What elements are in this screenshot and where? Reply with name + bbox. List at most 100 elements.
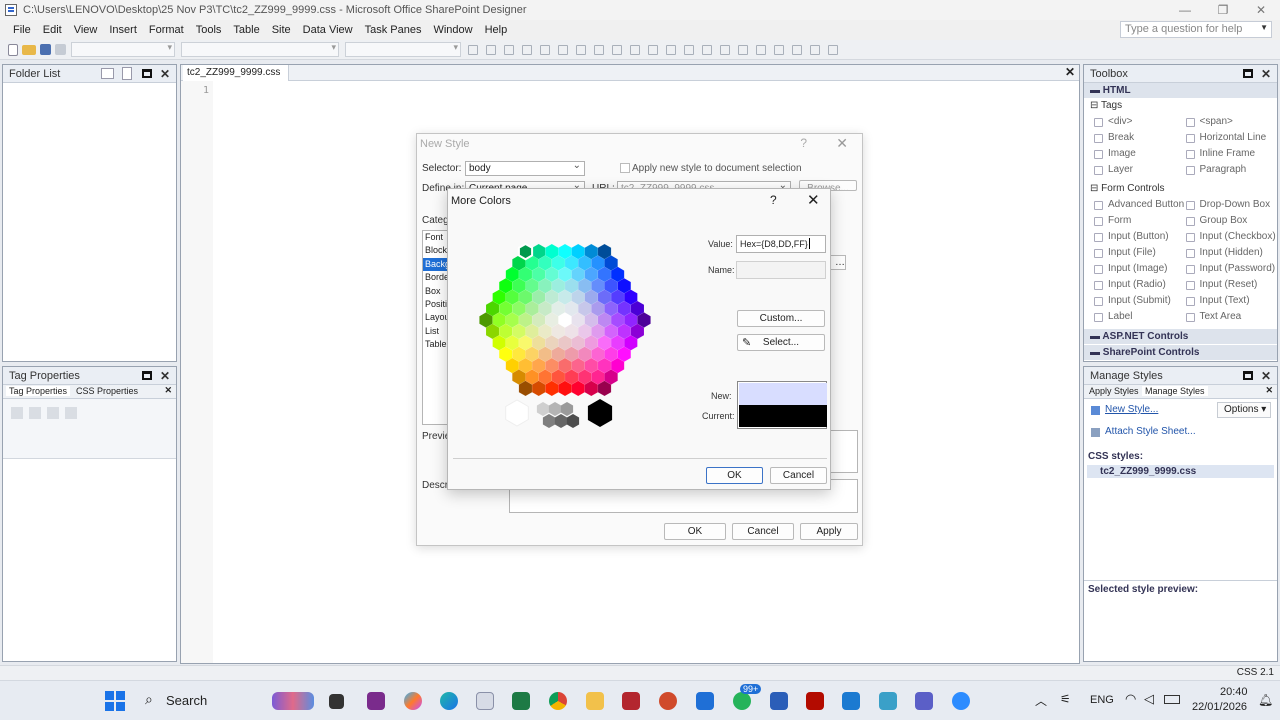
manage-styles-maximize-icon[interactable] — [1239, 368, 1257, 384]
whatsapp-icon[interactable] — [733, 692, 751, 710]
category-table[interactable]: Table — [423, 338, 449, 351]
toolbox-form-input-image[interactable]: Input (Image) — [1094, 261, 1186, 277]
selector-input[interactable]: body — [465, 159, 585, 176]
toolbox-tag-inline-frame[interactable]: Inline Frame — [1185, 146, 1278, 162]
language-indicator[interactable]: ENG — [1090, 694, 1114, 706]
layer-icon[interactable] — [756, 44, 766, 55]
task-view-icon[interactable] — [329, 694, 344, 709]
color-value-input[interactable]: Hex={D8,DD,FF} — [736, 235, 826, 253]
menu-edit[interactable]: Edit — [37, 20, 68, 40]
style-select[interactable] — [71, 42, 175, 57]
decrease-indent-icon[interactable] — [648, 44, 658, 55]
gray-color-cell[interactable] — [542, 414, 556, 428]
tab-apply-styles[interactable]: Apply Styles — [1087, 386, 1141, 396]
category-box[interactable]: Box — [423, 285, 449, 298]
color-hexagon-palette[interactable] — [473, 228, 658, 413]
toolbox-form-input-submit[interactable]: Input (Submit) — [1094, 293, 1186, 309]
toolbox-form-advanced-button[interactable]: Advanced Button — [1094, 197, 1186, 213]
toolbox-form-input-text[interactable]: Input (Text) — [1185, 293, 1278, 309]
vscode-icon[interactable] — [842, 692, 860, 710]
custom-button[interactable]: Custom... — [737, 310, 825, 327]
category-background[interactable]: Background — [423, 257, 449, 272]
acrobat-icon[interactable] — [806, 692, 824, 710]
grayscale-swatches[interactable] — [503, 399, 633, 439]
toolbox-tag-paragraph[interactable]: Paragraph — [1185, 162, 1278, 178]
open-folder-icon[interactable] — [22, 44, 36, 55]
toolbox-tag-layer[interactable]: Layer — [1094, 162, 1186, 178]
css-file-item[interactable]: tc2_ZZ999_9999.css — [1087, 465, 1274, 478]
menu-window[interactable]: Window — [427, 20, 478, 40]
menu-file[interactable]: File — [0, 20, 37, 40]
menu-site[interactable]: Site — [266, 20, 297, 40]
highlight-icon[interactable] — [702, 44, 712, 55]
category-list[interactable]: FontBlockBackgroundBorderBoxPositionLayo… — [422, 230, 450, 425]
toolbox-form-group-box[interactable]: Group Box — [1185, 213, 1278, 229]
font-size-select[interactable] — [345, 42, 461, 57]
clock-date[interactable]: 22/01/2026 — [1192, 701, 1247, 713]
volume-icon[interactable]: ◁ — [1144, 691, 1154, 707]
search-icon[interactable]: ⌕ — [145, 691, 153, 708]
toolbox-aspnet-section[interactable]: ▬ ASP.NET Controls — [1084, 329, 1277, 344]
apply-style-checkbox[interactable] — [620, 163, 630, 173]
web-component-icon[interactable] — [828, 44, 838, 55]
tag-properties-close-icon[interactable]: ✕ — [156, 368, 174, 384]
borders-icon[interactable] — [684, 44, 694, 55]
bullets-icon[interactable] — [630, 44, 640, 55]
align-right-icon[interactable] — [594, 44, 604, 55]
bookmark-icon[interactable] — [810, 44, 820, 55]
hyperlink-icon[interactable] — [792, 44, 802, 55]
manage-styles-close-icon[interactable]: ✕ — [1257, 368, 1275, 384]
category-block[interactable]: Block — [423, 244, 449, 257]
more-colors-ok-button[interactable]: OK — [706, 467, 763, 484]
gray-color-cell[interactable] — [560, 402, 574, 416]
new-style-icon[interactable] — [1091, 406, 1100, 415]
gray-color-cell[interactable] — [548, 402, 562, 416]
bold-icon[interactable] — [504, 44, 514, 55]
underline-icon[interactable] — [540, 44, 550, 55]
toolbox-form-input-file[interactable]: Input (File) — [1094, 245, 1186, 261]
tab-css-properties[interactable]: CSS Properties — [73, 386, 141, 396]
taskbar-search-label[interactable]: Search — [166, 693, 207, 708]
toolbox-tag-horizontal-line[interactable]: Horizontal Line — [1185, 130, 1278, 146]
attach-style-sheet-link[interactable]: Attach Style Sheet... — [1105, 426, 1196, 437]
copilot-icon[interactable] — [404, 692, 422, 710]
redo-icon[interactable] — [486, 44, 496, 55]
toolbox-form-input-checkbox[interactable]: Input (Checkbox) — [1185, 229, 1278, 245]
gray-color-cell[interactable] — [536, 402, 550, 416]
clock-time[interactable]: 20:40 — [1220, 686, 1248, 698]
new-page-panel-icon[interactable] — [122, 67, 132, 80]
toolbox-form-text-area[interactable]: Text Area — [1185, 309, 1278, 325]
style-tabs-close-icon[interactable]: ✕ — [1265, 385, 1273, 396]
category-list[interactable]: List — [423, 325, 449, 338]
notifications-bell-icon[interactable]: 🔔︎ — [1258, 693, 1273, 707]
tag-tabs-close-icon[interactable]: ✕ — [164, 385, 172, 396]
attach-style-sheet-icon[interactable] — [1091, 428, 1100, 437]
new-style-ok-button[interactable]: OK — [664, 523, 726, 540]
new-style-link[interactable]: New Style... — [1105, 404, 1158, 415]
toolbox-form-form[interactable]: Form — [1094, 213, 1186, 229]
excel-icon[interactable] — [512, 692, 530, 710]
editor-tab-css-file[interactable]: tc2_ZZ999_9999.css — [183, 65, 290, 81]
minimize-button[interactable]: — — [1166, 0, 1204, 20]
tag-properties-maximize-icon[interactable] — [138, 368, 156, 384]
css-level-indicator[interactable]: CSS 2.1 — [1237, 667, 1274, 678]
category-border[interactable]: Border — [423, 271, 449, 284]
toolbox-form-input-reset[interactable]: Input (Reset) — [1185, 277, 1278, 293]
toolbox-form-controls-group[interactable]: ⊟ Form Controls — [1084, 181, 1277, 197]
toolbox-form-drop-down-box[interactable]: Drop-Down Box — [1185, 197, 1278, 213]
toolbox-form-input-button[interactable]: Input (Button) — [1094, 229, 1186, 245]
toolbox-form-input-hidden[interactable]: Input (Hidden) — [1185, 245, 1278, 261]
restore-button[interactable]: ❐ — [1204, 0, 1242, 20]
gray-color-cell[interactable] — [587, 399, 613, 427]
category-layout[interactable]: Layout — [423, 311, 449, 324]
toolbox-html-section[interactable]: ▬ HTML — [1084, 83, 1277, 98]
show-hidden-icons-chevron[interactable]: ︿ — [1035, 692, 1047, 709]
toolbox-sharepoint-section[interactable]: ▬ SharePoint Controls — [1084, 345, 1277, 360]
toolbox-tags-group[interactable]: ⊟ Tags — [1084, 98, 1277, 114]
teams-icon[interactable] — [915, 692, 933, 710]
new-folder-icon[interactable] — [101, 68, 114, 79]
sort-alpha-icon[interactable] — [29, 407, 41, 419]
menu-view[interactable]: View — [68, 20, 104, 40]
category-font[interactable]: Font — [423, 231, 449, 244]
select-button[interactable]: ✎ Select... — [737, 334, 825, 351]
